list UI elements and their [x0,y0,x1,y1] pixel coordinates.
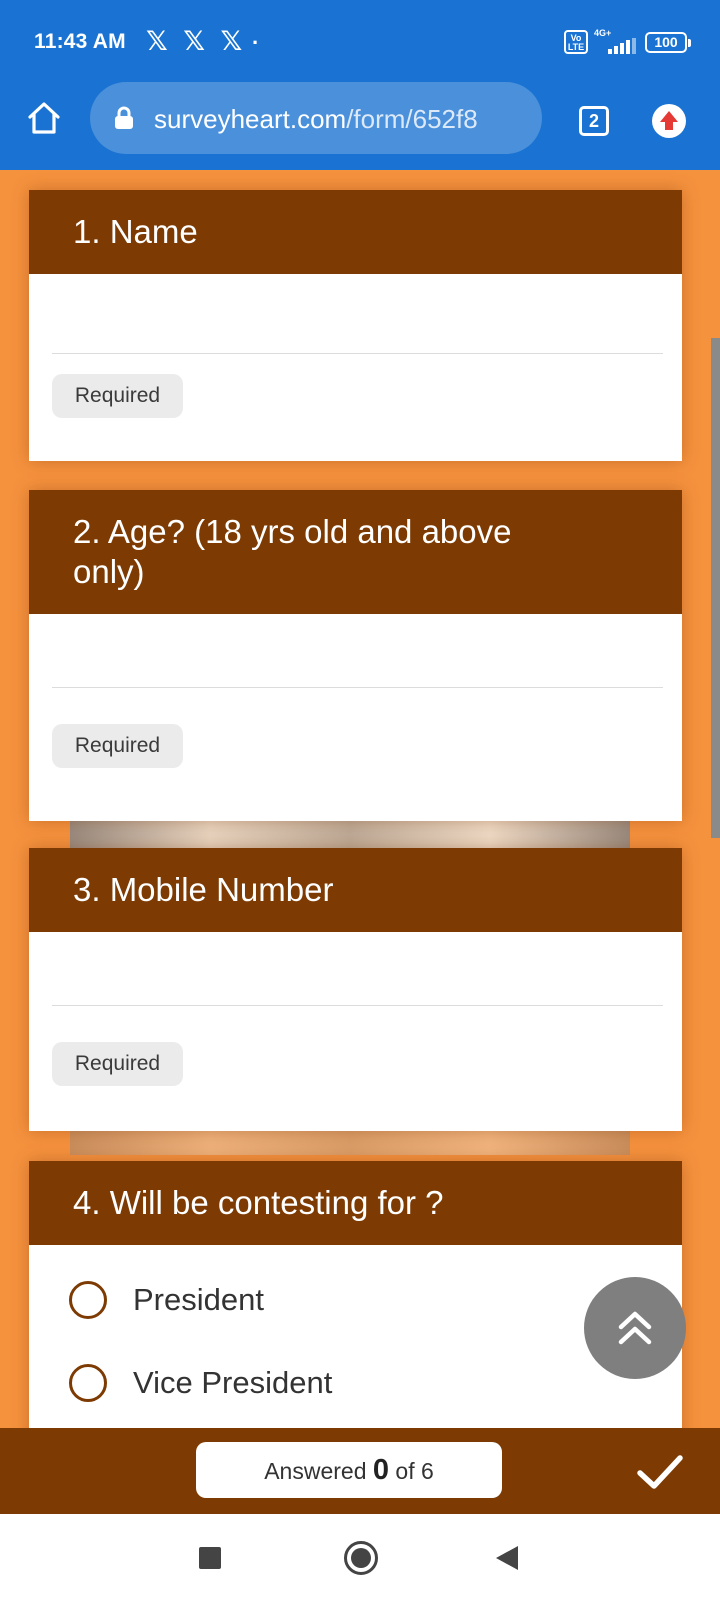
home-icon[interactable] [26,100,62,136]
tab-count-button[interactable]: 2 [579,106,609,136]
input-underline [52,687,663,688]
address-bar[interactable]: surveyheart.com/form/652f8 [90,82,542,154]
network-type: 4G+ [594,28,612,38]
x-notification-icons: 𝕏 𝕏 𝕏 [146,26,247,56]
url-text: surveyheart.com/form/652f8 [154,104,478,135]
back-triangle-icon[interactable] [496,1546,518,1570]
required-badge: Required [52,724,183,768]
system-navigation-bar [0,1514,720,1600]
mobile-number-input[interactable] [52,942,663,1006]
option-president[interactable]: President [69,1281,264,1319]
input-underline [52,353,663,354]
option-vice-president[interactable]: Vice President [69,1364,332,1402]
signal-icon [600,38,636,54]
input-underline [52,1005,663,1006]
background-image-strip [70,818,630,848]
scrollbar-thumb[interactable] [711,338,720,838]
status-time: 11:43 AM [34,30,126,53]
volte-icon: Vo LTE [564,30,588,54]
required-badge: Required [52,1042,183,1086]
question-card-contesting: 4. Will be contesting for ? President Vi… [29,1161,682,1428]
url-host: surveyheart.com [154,104,347,134]
question-title: 2. Age? (18 yrs old and above only) [29,490,682,614]
option-label: Vice President [133,1365,333,1400]
age-input[interactable] [52,624,663,688]
question-title: 4. Will be contesting for ? [29,1161,682,1245]
question-card-name: 1. Name Required [29,190,682,461]
question-title: 1. Name [29,190,682,274]
scroll-to-top-button[interactable] [584,1277,686,1379]
status-bar: 11:43 AM 𝕏 𝕏 𝕏 · Vo LTE 4G+ 100 [0,0,720,86]
home-circle-icon[interactable] [344,1541,378,1575]
question-card-mobile: 3. Mobile Number Required [29,848,682,1131]
answered-suffix: of 6 [395,1458,434,1484]
url-path: /form/652f8 [346,104,478,134]
more-notifications-dot: · [252,30,260,55]
answered-prefix: Answered [264,1458,367,1484]
form-area: 1. Name Required 2. Age? (18 yrs old and… [0,170,720,1428]
radio-button[interactable] [69,1364,107,1402]
question-card-age: 2. Age? (18 yrs old and above only) Requ… [29,490,682,821]
submit-check-icon[interactable] [634,1446,686,1498]
name-input[interactable] [52,284,663,354]
recent-apps-icon[interactable] [199,1547,221,1569]
form-footer: Answered 0 of 6 [0,1428,720,1514]
question-title: 3. Mobile Number [29,848,682,932]
browser-top-bar: 11:43 AM 𝕏 𝕏 𝕏 · Vo LTE 4G+ 100 surveyhe… [0,0,720,170]
battery-icon: 100 [645,32,691,53]
radio-button[interactable] [69,1281,107,1319]
double-chevron-up-icon [618,1311,652,1345]
lock-icon [114,106,134,130]
update-arrow-icon[interactable] [652,104,686,138]
option-label: President [133,1282,264,1317]
answered-count: 0 [372,1454,390,1486]
required-badge: Required [52,374,183,418]
answered-counter: Answered 0 of 6 [196,1442,502,1498]
